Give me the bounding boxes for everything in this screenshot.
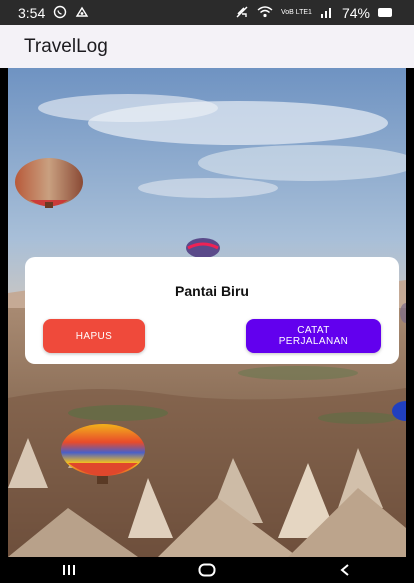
delete-button-label: HAPUS	[75, 330, 113, 342]
home-icon[interactable]	[177, 563, 237, 577]
app-bar: TravelLog	[0, 25, 414, 68]
battery-icon	[378, 8, 392, 17]
status-bar: 3:54 VoB LTE1 74%	[0, 0, 414, 25]
clock: 3:54	[18, 4, 46, 21]
place-title: Pantai Biru	[175, 283, 249, 299]
navigation-bar	[0, 557, 414, 583]
mute-icon	[235, 5, 249, 21]
record-trip-button-label: CATAT PERJALANAN	[278, 325, 349, 347]
signal-icon	[320, 6, 334, 20]
whatsapp-icon	[53, 5, 67, 21]
sync-icon	[75, 5, 89, 21]
status-left: 3:54	[18, 5, 89, 21]
status-right: VoB LTE1 74%	[235, 5, 392, 21]
place-card: Pantai Biru HAPUS CATAT PERJALANAN	[25, 257, 399, 364]
battery-percent: 74%	[341, 4, 370, 21]
back-icon[interactable]	[315, 563, 375, 577]
recent-apps-icon[interactable]	[39, 564, 99, 576]
delete-button[interactable]: HAPUS	[43, 319, 145, 353]
app-title: TravelLog	[24, 35, 108, 57]
wifi-icon	[257, 5, 273, 20]
record-trip-button[interactable]: CATAT PERJALANAN	[246, 319, 381, 353]
network-label: VoB LTE1	[280, 9, 312, 16]
